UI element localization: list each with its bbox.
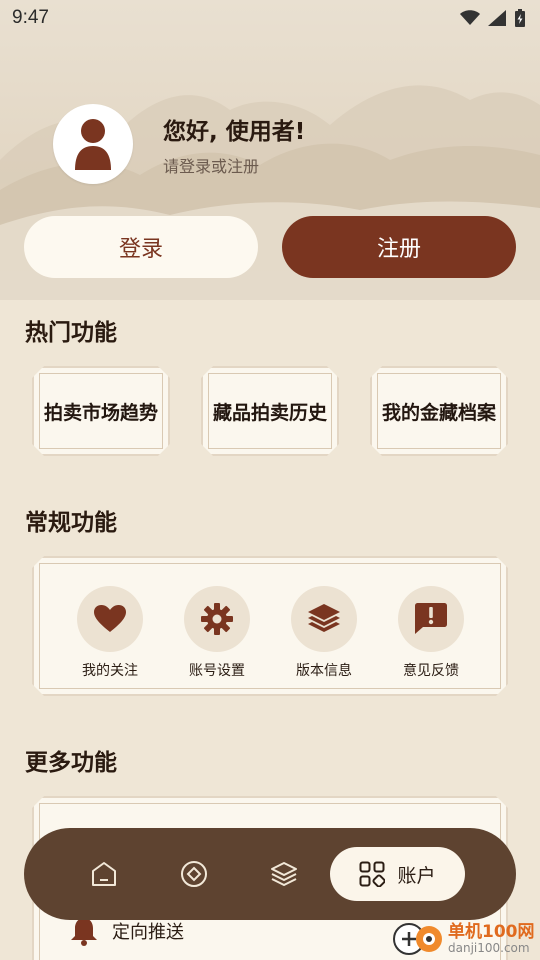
watermark-url: danji100.com	[448, 940, 530, 955]
wifi-icon	[460, 10, 480, 25]
hot-item-my-archive[interactable]: 我的金藏档案	[370, 366, 508, 456]
more-item-label: 定向推送	[112, 922, 184, 943]
more-section-title: 更多功能	[25, 750, 117, 776]
hot-item-label: 拍卖市场趋势	[43, 401, 158, 424]
status-icons	[460, 9, 526, 27]
hot-item-label: 我的金藏档案	[381, 401, 496, 424]
regular-item-favorites[interactable]: 我的关注	[70, 586, 150, 680]
regular-functions-card: 我的关注 账号设置 版本信息 意见反馈	[32, 556, 508, 696]
home-icon	[92, 862, 116, 886]
greeting-subtitle[interactable]: 请登录或注册	[163, 153, 259, 177]
layers-icon	[308, 604, 340, 634]
compass-icon	[181, 861, 207, 887]
gear-icon	[201, 603, 233, 635]
regular-item-label: 我的关注	[82, 663, 138, 679]
greeting-title: 您好, 使用者!	[163, 119, 306, 145]
feedback-icon	[415, 603, 447, 635]
bell-icon	[70, 916, 98, 946]
nav-account[interactable]: 账户	[330, 847, 465, 901]
user-icon	[75, 119, 111, 170]
regular-icon-bg	[291, 586, 357, 652]
signal-icon	[488, 10, 506, 26]
regular-item-label: 版本信息	[296, 663, 352, 679]
regular-icon-bg	[184, 586, 250, 652]
nav-collection[interactable]	[268, 858, 300, 890]
hot-item-auction-trend[interactable]: 拍卖市场趋势	[32, 366, 170, 456]
regular-icon-bg	[398, 586, 464, 652]
regular-section-title: 常规功能	[25, 510, 117, 536]
hot-item-auction-history[interactable]: 藏品拍卖历史	[201, 366, 339, 456]
register-button[interactable]: 注册	[282, 216, 516, 278]
hot-section-title: 热门功能	[25, 320, 117, 346]
nav-home[interactable]	[88, 858, 120, 890]
more-item-targeted-push[interactable]: 定向推送	[70, 916, 184, 946]
watermark-name: 单机100网	[448, 921, 535, 942]
nav-discover[interactable]	[178, 858, 210, 890]
bottom-nav: 账户	[24, 828, 516, 920]
regular-item-feedback[interactable]: 意见反馈	[391, 586, 471, 680]
regular-item-label: 账号设置	[189, 663, 245, 679]
nav-account-label: 账户	[397, 864, 436, 887]
watermark: 单机100网 danji100.com	[392, 918, 540, 960]
regular-item-account-settings[interactable]: 账号设置	[177, 586, 257, 680]
login-button[interactable]: 登录	[24, 216, 258, 278]
status-bar: 9:47	[0, 0, 540, 36]
avatar[interactable]	[53, 104, 133, 184]
regular-item-version-info[interactable]: 版本信息	[284, 586, 364, 680]
layers-icon	[271, 862, 297, 886]
status-time: 9:47	[12, 7, 49, 28]
regular-icon-bg	[77, 586, 143, 652]
heart-icon	[94, 605, 126, 633]
regular-item-label: 意见反馈	[403, 663, 459, 679]
watermark-logo-icon	[393, 923, 442, 955]
hot-item-label: 藏品拍卖历史	[212, 401, 327, 424]
battery-charging-icon	[515, 9, 525, 27]
grid-icon	[359, 861, 386, 887]
